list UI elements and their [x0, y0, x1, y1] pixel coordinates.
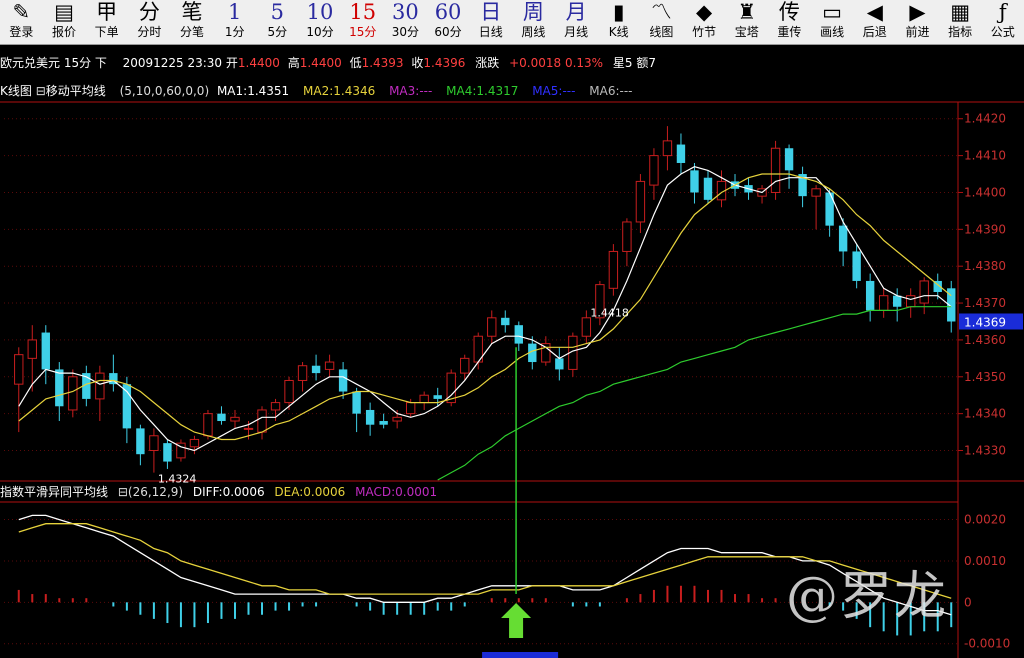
candle-body-up: [649, 155, 659, 186]
candle-body-down: [865, 280, 875, 311]
candle-body-down: [703, 177, 713, 200]
candle-body-down: [784, 148, 794, 171]
candle-body-up: [270, 402, 281, 411]
time-cursor-tag: [482, 652, 559, 658]
candle-body-down: [217, 413, 226, 422]
candle-body-up: [68, 376, 78, 411]
macd-tick-label: 0: [964, 595, 972, 609]
watermark: @罗龙: [786, 567, 949, 627]
price-tick-label: 1.4350: [964, 370, 1006, 384]
macd-tick-label: 0.0020: [964, 513, 1006, 527]
macd-tick-label: -0.0010: [964, 637, 1010, 651]
candle-body-down: [501, 317, 510, 326]
candle-body-down: [379, 421, 388, 425]
candle-body-up: [149, 435, 159, 452]
price-tick-label: 1.4370: [964, 296, 1006, 310]
candle-body-down: [433, 395, 442, 399]
candle-body-up: [919, 280, 929, 304]
candle-body-up: [878, 295, 889, 311]
candle-body-down: [825, 192, 834, 226]
candle-body-down: [852, 251, 861, 281]
candle-body-up: [662, 140, 673, 157]
candle-body-up: [95, 372, 105, 400]
macd-tick-label: 0.0010: [964, 554, 1006, 568]
candle-body-down: [690, 170, 699, 193]
candle-body-down: [163, 443, 172, 462]
candle-body-down: [676, 144, 686, 163]
candle-body-down: [352, 391, 361, 414]
candle-body-up: [487, 317, 497, 337]
candle-body-up: [460, 357, 470, 374]
price-annotation: 1.4418: [590, 306, 629, 319]
price-tick-label: 1.4400: [964, 185, 1006, 199]
candle-body-down: [55, 369, 64, 407]
price-tick-label: 1.4340: [964, 407, 1006, 421]
candle-body-down: [311, 365, 321, 374]
candle-body-up: [243, 427, 254, 430]
candle-body-up: [419, 394, 429, 404]
candle-body-up: [405, 402, 416, 415]
candle-body-up: [906, 295, 916, 308]
candle-body-up: [622, 221, 632, 252]
price-tick-label: 1.4420: [964, 112, 1006, 126]
candle-body-up: [608, 250, 619, 289]
candle-body-up: [257, 409, 267, 433]
candle-body-up: [203, 413, 213, 437]
candle-body-up: [14, 354, 24, 385]
candle-body-up: [230, 416, 240, 422]
candle-body-down: [514, 325, 523, 344]
price-annotation: 1.4324: [158, 473, 197, 486]
candle-body-down: [838, 225, 848, 252]
ma-line-ma1: [18, 166, 952, 452]
candle-body-down: [41, 332, 50, 370]
candle-body-down: [555, 358, 564, 370]
candle-body-up: [770, 147, 781, 193]
candle-body-up: [189, 438, 200, 448]
price-tick-label: 1.4410: [964, 149, 1006, 163]
price-tick-label: 1.4380: [964, 259, 1006, 273]
candle-body-up: [324, 361, 335, 370]
candle-body-down: [338, 369, 348, 392]
candle-body-up: [27, 339, 37, 359]
candle-body-up: [581, 317, 592, 337]
ma-line-ma2: [18, 173, 952, 441]
up-arrow-icon: [501, 603, 532, 638]
price-tick-label: 1.4390: [964, 222, 1006, 236]
candle-body-down: [136, 428, 145, 455]
last-price-label: 1.4369: [964, 315, 1006, 329]
candle-body-up: [297, 365, 308, 381]
candle-body-up: [284, 379, 294, 404]
candle-body-up: [811, 188, 821, 197]
price-tick-label: 1.4360: [964, 333, 1006, 347]
candle-body-down: [365, 409, 375, 425]
price-tick-label: 1.4330: [964, 444, 1006, 458]
candle-body-down: [892, 295, 902, 307]
candle-body-up: [392, 416, 402, 422]
candle-body-up: [635, 180, 646, 223]
